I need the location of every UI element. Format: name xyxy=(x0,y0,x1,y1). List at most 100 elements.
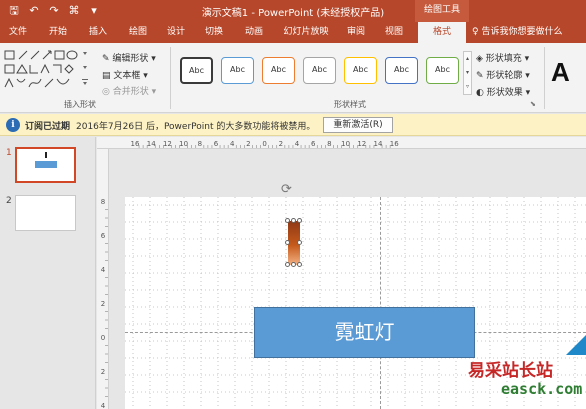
ruler-label: 6 xyxy=(214,140,219,148)
thumb-rect-mini xyxy=(35,161,57,168)
edit-shape-button[interactable]: ✎ 编辑形状 ▾ xyxy=(102,51,156,64)
ruler-label: 2 xyxy=(101,300,105,308)
context-tab-group-label: 绘图工具 xyxy=(415,0,469,22)
slide-number: 2 xyxy=(6,196,12,206)
ruler-label: 6 xyxy=(311,140,316,148)
ribbon: ✎ 编辑形状 ▾ ▤ 文本框 ▾ ◎ 合并形状 ▾ 插入形状 Abc Abc Abc… xyxy=(0,43,586,113)
insert-shapes-group-label: 插入形状 xyxy=(64,100,96,109)
slide-thumbnail-1[interactable] xyxy=(15,147,76,183)
merge-shapes-button[interactable]: ◎ 合并形状 ▾ xyxy=(102,84,156,97)
ruler-label: 0 xyxy=(101,334,105,342)
window-title: 演示文稿1 - PowerPoint (未经授权产品) xyxy=(201,8,385,19)
ruler-label: 16 xyxy=(390,140,399,148)
ruler-label: 2 xyxy=(101,368,105,376)
shape-style-preset[interactable]: Abc xyxy=(426,57,459,84)
tab-file[interactable]: 文件 xyxy=(4,22,32,43)
tab-home[interactable]: 开始 xyxy=(44,22,72,43)
shapes-gallery[interactable] xyxy=(3,49,91,93)
resize-handle[interactable] xyxy=(297,218,302,223)
resize-handle[interactable] xyxy=(285,218,290,223)
shape-style-preset[interactable]: Abc xyxy=(303,57,336,84)
paint-bucket-icon: ◈ xyxy=(476,54,483,64)
watermark-text: 易采站长站 xyxy=(468,361,553,381)
shape-style-preset[interactable]: Abc xyxy=(262,57,295,84)
ruler-label: 12 xyxy=(163,140,172,148)
shape-styles-scroll[interactable]: ▴ ▾ ▿ xyxy=(463,51,472,95)
resize-handle[interactable] xyxy=(297,262,302,267)
effects-icon: ◐ xyxy=(476,88,484,98)
tab-draw[interactable]: 绘图 xyxy=(124,22,152,43)
neon-rectangle-shape[interactable]: 霓虹灯 xyxy=(254,307,475,358)
rotate-handle-icon[interactable]: ⟳ xyxy=(281,183,292,196)
ruler-label: 16 xyxy=(131,140,140,148)
horizontal-ruler: 16 14 12 10 8 6 4 2 0 2 4 6 8 10 12 14 16 xyxy=(97,137,586,149)
resize-handle[interactable] xyxy=(291,218,296,223)
edit-shape-label: 编辑形状 xyxy=(112,54,149,64)
shape-effects-label: 形状效果 xyxy=(486,88,523,98)
shape-outline-label: 形状轮廓 xyxy=(486,71,523,81)
resize-handle[interactable] xyxy=(285,262,290,267)
merge-shapes-label: 合并形状 xyxy=(112,87,149,97)
shape-style-preset[interactable]: Abc xyxy=(221,57,254,84)
ribbon-divider xyxy=(170,47,171,109)
vertical-ruler: 8 6 4 2 0 2 4 xyxy=(97,149,109,409)
shape-fill-label: 形状填充 xyxy=(485,54,522,64)
resize-handle[interactable] xyxy=(285,240,290,245)
ruler-label: 0 xyxy=(262,140,266,148)
ruler-label: 2 xyxy=(246,140,250,148)
ruler-label: 4 xyxy=(230,140,235,148)
resize-handle[interactable] xyxy=(297,240,302,245)
vertical-guide[interactable] xyxy=(380,197,381,409)
ruler-label: 4 xyxy=(295,140,300,148)
ruler-label: 10 xyxy=(341,140,350,148)
shape-styles-group-label: 形状样式 xyxy=(334,100,366,109)
ruler-label: 4 xyxy=(101,402,106,409)
tab-insert[interactable]: 插入 xyxy=(84,22,112,43)
ruler-label: 8 xyxy=(198,140,202,148)
shape-style-preset[interactable]: Abc xyxy=(344,57,377,84)
shape-style-preset[interactable]: Abc xyxy=(180,57,213,84)
shape-fill-button[interactable]: ◈ 形状填充 ▾ xyxy=(476,51,529,64)
ruler-label: 10 xyxy=(179,140,188,148)
ruler-label: 8 xyxy=(327,140,331,148)
ruler-label: 6 xyxy=(101,232,106,240)
tell-me-box[interactable]: ♀ 告诉我你想要做什么 xyxy=(472,22,562,43)
resize-handle[interactable] xyxy=(291,262,296,267)
shape-effects-button[interactable]: ◐ 形状效果 ▾ xyxy=(476,85,530,98)
tab-view[interactable]: 视图 xyxy=(380,22,408,43)
thumb-shape-mini xyxy=(45,152,47,158)
pen-icon: ✎ xyxy=(476,71,484,81)
tab-animations[interactable]: 动画 xyxy=(240,22,268,43)
subscription-notice-bar: i 订阅已过期 2016年7月26日 后，PowerPoint 的大多数功能将被… xyxy=(0,114,586,136)
slide-thumbnail-2[interactable] xyxy=(15,195,76,231)
tab-slideshow[interactable]: 幻灯片放映 xyxy=(280,22,332,43)
corner-decoration xyxy=(566,335,586,355)
shape-outline-button[interactable]: ✎ 形状轮廓 ▾ xyxy=(476,68,530,81)
ribbon-divider xyxy=(544,47,545,109)
notice-message: 2016年7月26日 后，PowerPoint 的大多数功能将被禁用。 xyxy=(76,122,316,132)
tab-design[interactable]: 设计 xyxy=(162,22,190,43)
ruler-label: 12 xyxy=(357,140,366,148)
watermark-url: easck.com xyxy=(501,380,583,398)
ruler-label: 4 xyxy=(101,266,106,274)
slide-number: 1 xyxy=(6,148,12,158)
selected-gradient-shape[interactable] xyxy=(283,215,305,273)
reactivate-button[interactable]: 重新激活(R) xyxy=(323,117,393,133)
title-bar: 🖫 ↶ ↷ ⌘ ▾ 演示文稿1 - PowerPoint (未经授权产品) 绘图… xyxy=(0,0,586,22)
tab-format[interactable]: 格式 xyxy=(418,22,466,43)
tab-review[interactable]: 审阅 xyxy=(342,22,370,43)
ruler-label: 14 xyxy=(374,140,383,148)
slide-thumbnail-pane: 1 2 xyxy=(0,137,96,409)
tab-transitions[interactable]: 切换 xyxy=(200,22,228,43)
text-box-button[interactable]: ▤ 文本框 ▾ xyxy=(102,68,148,81)
ruler-label: 2 xyxy=(279,140,283,148)
ruler-label: 8 xyxy=(101,198,105,206)
ribbon-tabs: 文件 开始 插入 绘图 设计 切换 动画 幻灯片放映 审阅 视图 格式 ♀ 告诉… xyxy=(0,22,586,43)
info-icon: i xyxy=(6,118,20,132)
dialog-launcher-icon[interactable]: ⬊ xyxy=(530,100,536,108)
shape-style-preset[interactable]: Abc xyxy=(385,57,418,84)
wordart-styles-icon[interactable]: A xyxy=(551,57,570,88)
text-box-label: 文本框 xyxy=(113,71,141,81)
notice-title: 订阅已过期 xyxy=(25,122,71,132)
ruler-label: 14 xyxy=(147,140,156,148)
